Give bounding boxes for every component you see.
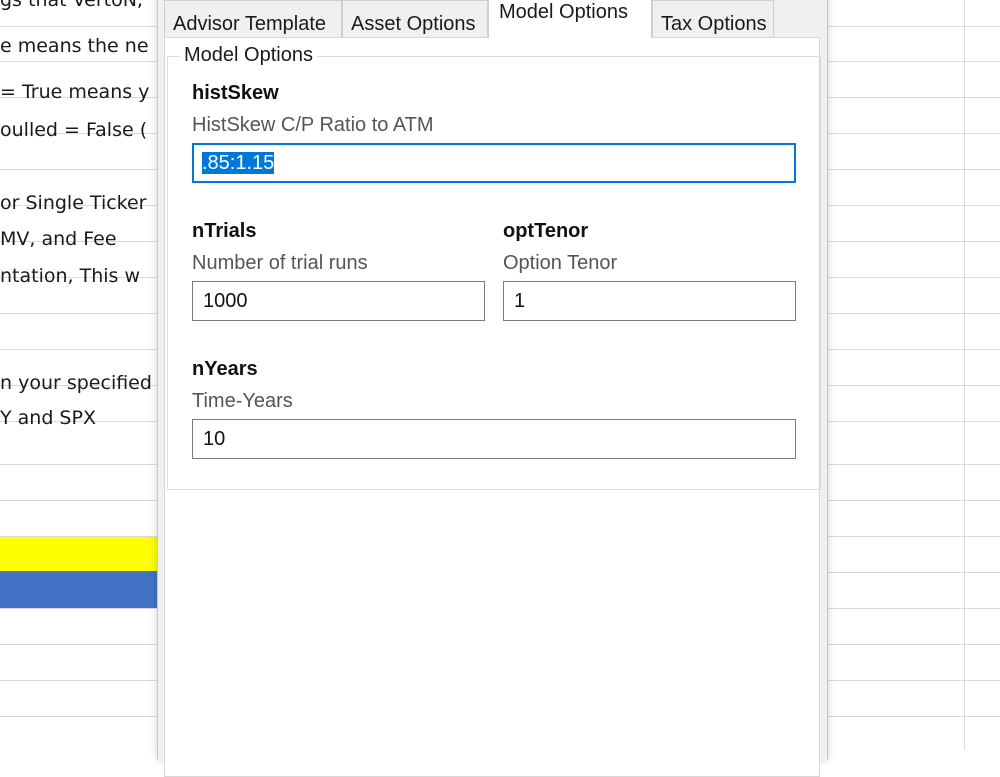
tab-model-options[interactable]: Model Options [488,0,652,38]
opttenor-input[interactable]: 1 [503,281,796,321]
histskew-description: HistSkew C/P Ratio to ATM [192,114,434,136]
cell-text: gs that VertoN, [0,0,143,11]
histskew-input-value: .85:1.15 [202,152,275,174]
ntrials-description: Number of trial runs [192,252,368,274]
histskew-label: histSkew [192,82,279,104]
ntrials-label: nTrials [192,220,257,242]
opttenor-description: Option Tenor [503,252,618,274]
group-title: Model Options [180,43,317,67]
histskew-input[interactable]: .85:1.15 [192,143,796,183]
tab-tax-options[interactable]: Tax Options [652,0,774,38]
cell-text: Y and SPX [0,407,96,429]
cell-text: = True means y [0,81,150,103]
cell-text: oulled = False ( [0,119,148,141]
cell-text: MV, and Fee [0,228,117,250]
model-options-tab-panel: Model Options histSkew HistSkew C/P Rati… [164,37,821,777]
tab-advisor-template[interactable]: Advisor Template [164,0,342,38]
yellow-filled-cell [0,537,170,571]
nyears-label: nYears [192,358,258,380]
blue-filled-cell [0,571,170,608]
nyears-description: Time-Years [192,390,293,412]
nyears-input[interactable]: 10 [192,419,796,459]
cell-text: n your specified [0,372,152,394]
tab-asset-options[interactable]: Asset Options [342,0,488,38]
grid-column-line [964,0,965,750]
cell-text: or Single Ticker [0,192,147,214]
cell-text: e means the ne [0,35,149,57]
ntrials-input[interactable]: 1000 [192,281,485,321]
model-options-group: Model Options histSkew HistSkew C/P Rati… [167,43,821,490]
cell-text: ntation, This w [0,265,141,287]
options-dialog: Advisor Template Asset Options Model Opt… [157,0,828,777]
opttenor-label: optTenor [503,220,589,242]
